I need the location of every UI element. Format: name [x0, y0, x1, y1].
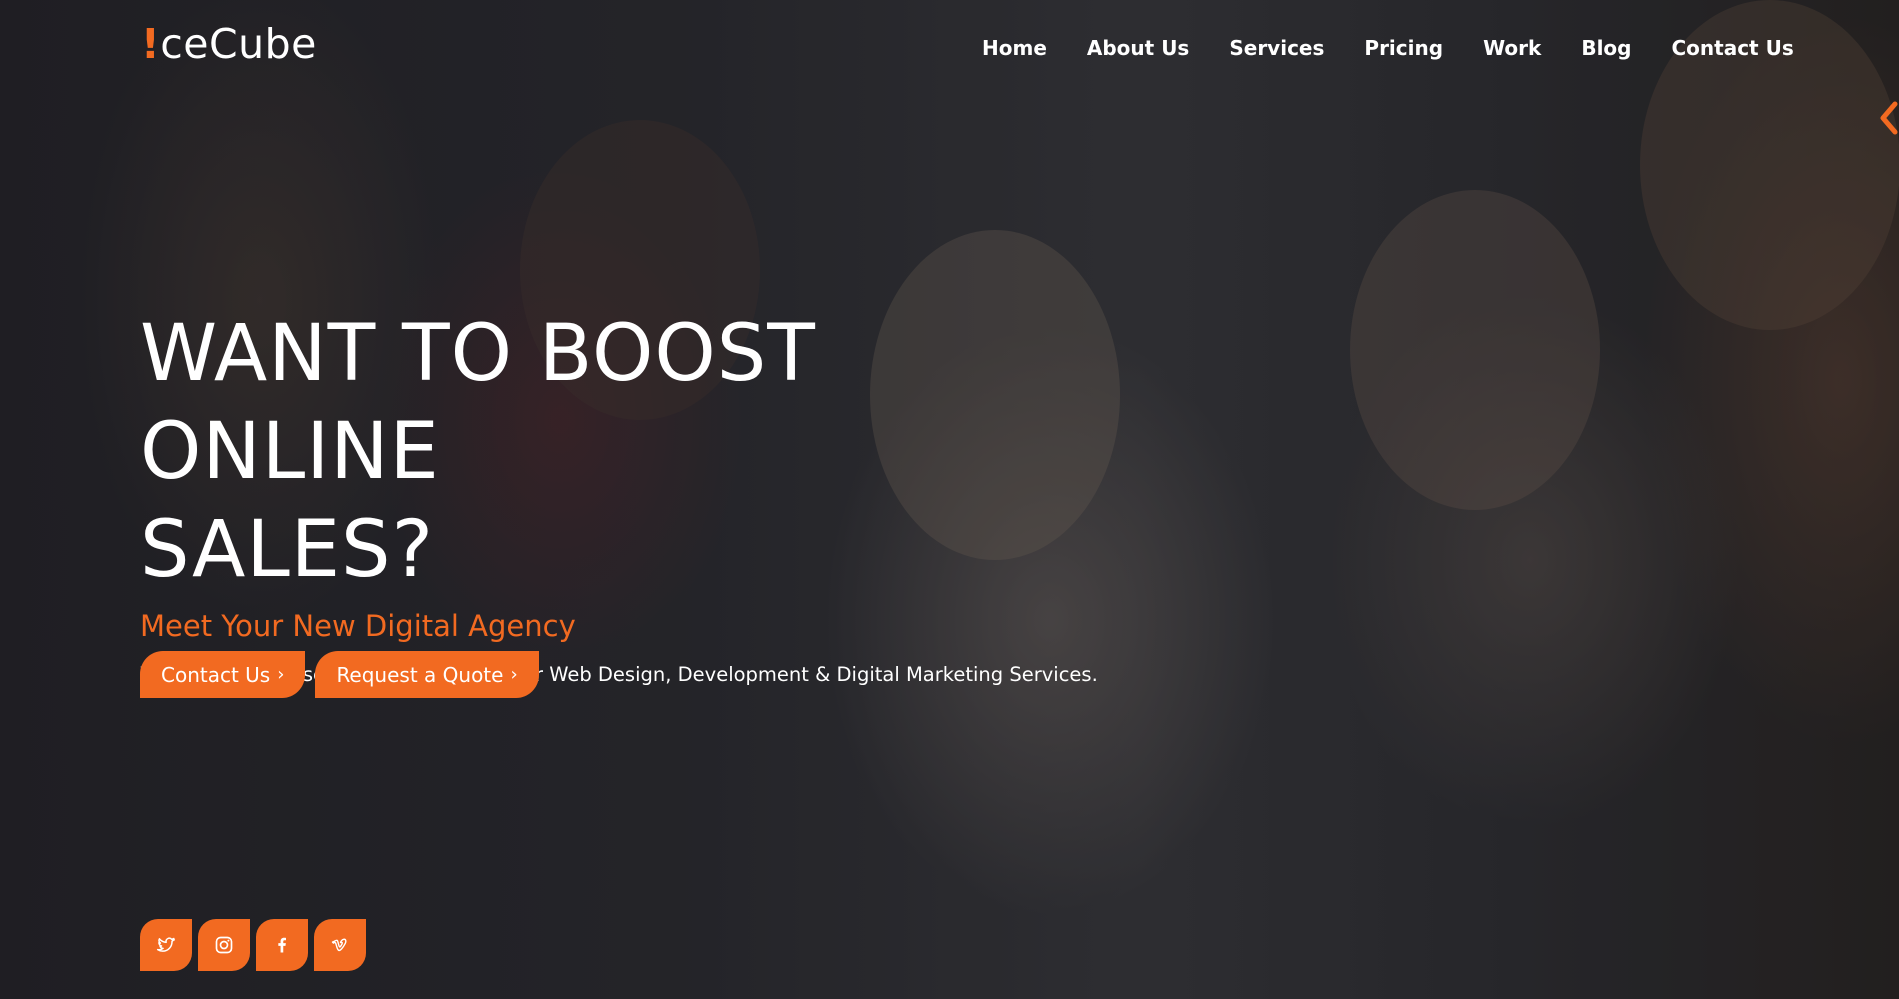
hero-section: !ceCube Home About Us Services Pricing W… [0, 0, 1899, 999]
site-header: !ceCube Home About Us Services Pricing W… [0, 0, 1899, 100]
hero-content: WANT TO BOOST ONLINE SALES? Meet Your Ne… [140, 305, 1120, 686]
chevron-right-icon: › [277, 664, 285, 685]
headline-line-1: WANT TO BOOST ONLINE [140, 309, 816, 497]
background-figure [1350, 190, 1600, 510]
logo-text: ceCube [160, 20, 317, 68]
hero-headline: WANT TO BOOST ONLINE SALES? [140, 305, 1120, 599]
request-quote-button[interactable]: Request a Quote › [315, 651, 539, 698]
chevron-left-icon[interactable] [1877, 100, 1899, 136]
instagram-icon[interactable] [198, 919, 250, 971]
nav-item-about-us[interactable]: About Us [1087, 36, 1189, 60]
facebook-icon[interactable] [256, 919, 308, 971]
nav-item-contact-us[interactable]: Contact Us [1671, 36, 1793, 60]
logo-mark: ! [141, 20, 161, 68]
vimeo-icon[interactable] [314, 919, 366, 971]
hero-subtitle: Meet Your New Digital Agency [140, 609, 576, 643]
nav-item-work[interactable]: Work [1483, 36, 1541, 60]
twitter-icon[interactable] [140, 919, 192, 971]
contact-us-button[interactable]: Contact Us › [140, 651, 306, 698]
nav-item-home[interactable]: Home [982, 36, 1047, 60]
nav-item-services[interactable]: Services [1229, 36, 1324, 60]
headline-line-2: SALES? [140, 505, 434, 595]
nav-item-blog[interactable]: Blog [1581, 36, 1631, 60]
contact-us-button-label: Contact Us [161, 662, 271, 687]
request-quote-button-label: Request a Quote [336, 662, 504, 687]
hero-buttons: Contact Us › Request a Quote › [140, 651, 539, 698]
site-logo[interactable]: !ceCube [141, 20, 317, 68]
nav-item-pricing[interactable]: Pricing [1364, 36, 1443, 60]
social-links [140, 919, 366, 971]
main-nav: Home About Us Services Pricing Work Blog… [982, 36, 1794, 60]
chevron-right-icon: › [510, 664, 518, 685]
